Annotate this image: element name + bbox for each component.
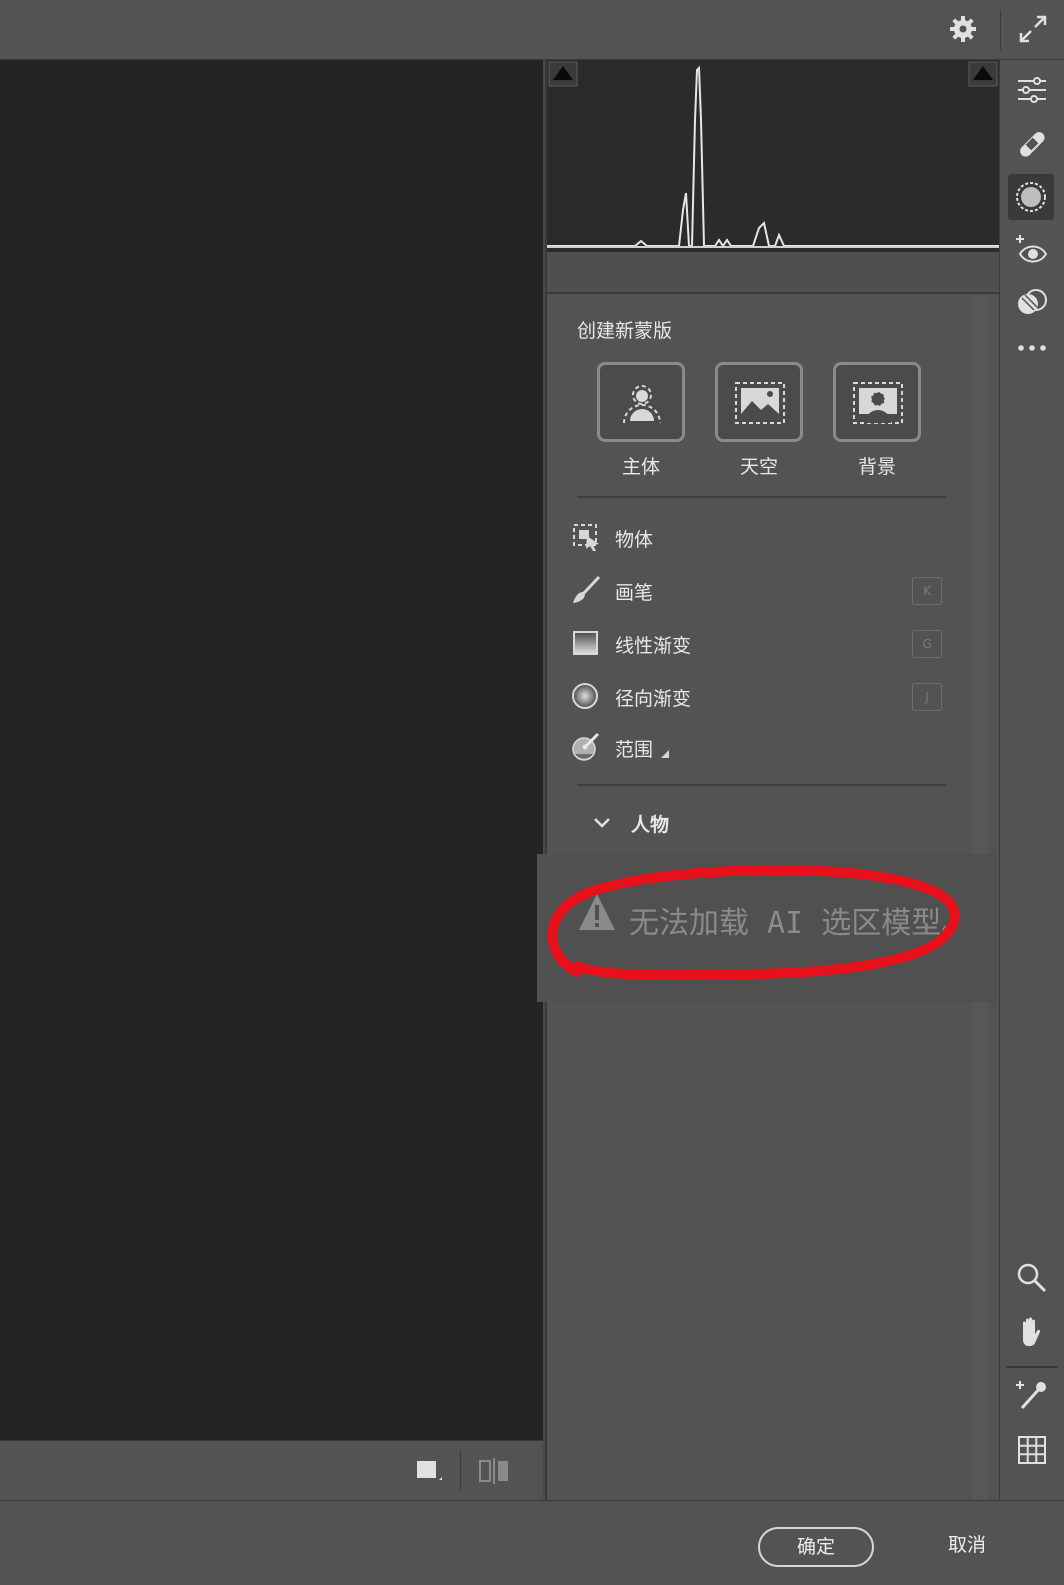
chevron-down-icon[interactable] — [593, 816, 611, 830]
brush-shortcut-key: K — [912, 577, 942, 605]
grid-icon[interactable] — [1014, 1432, 1050, 1468]
brush-icon — [573, 575, 601, 603]
red-eye-icon[interactable] — [1014, 232, 1050, 268]
zoom-icon[interactable] — [1014, 1260, 1050, 1296]
cancel-button[interactable]: 取消 — [922, 1527, 1012, 1567]
canvas-toolbar — [0, 1440, 543, 1500]
tool-range[interactable]: 范围 — [571, 728, 951, 768]
tool-brush-label: 画笔 — [615, 582, 654, 604]
linear-gradient-icon — [573, 631, 598, 655]
range-icon — [572, 732, 600, 761]
histogram-graph — [547, 61, 999, 248]
tool-object[interactable]: 物体 — [571, 518, 951, 558]
background-icon — [853, 382, 903, 424]
people-section-label: 人物 — [631, 814, 670, 836]
tool-radial-gradient[interactable]: 径向渐变 J — [571, 677, 951, 717]
create-mask-title: 创建新蒙版 — [577, 320, 673, 342]
sky-mask-button[interactable] — [715, 362, 803, 442]
linear-gradient-shortcut-key: G — [912, 630, 942, 658]
tool-linear-gradient-label: 线性渐变 — [615, 635, 692, 657]
before-after-icon[interactable] — [478, 1456, 510, 1486]
presets-icon[interactable] — [1014, 284, 1050, 320]
radial-gradient-icon — [572, 683, 598, 709]
object-select-icon — [573, 524, 599, 551]
radial-gradient-shortcut-key: J — [912, 683, 942, 711]
mask-options: 创建新蒙版 主体 天空 背景 物体 画笔 K 线性渐变 G 径向渐变 J 范围 … — [537, 296, 999, 1500]
sky-icon — [735, 382, 785, 424]
hand-icon[interactable] — [1014, 1314, 1050, 1350]
topbar-divider — [1000, 10, 1001, 50]
tool-linear-gradient[interactable]: 线性渐变 G — [571, 624, 951, 664]
edit-sliders-icon[interactable] — [1014, 72, 1050, 108]
top-bar — [0, 0, 1064, 60]
subject-icon — [623, 385, 661, 424]
color-sampler-icon[interactable] — [1014, 1378, 1050, 1414]
canvas-toolbar-divider — [460, 1451, 461, 1491]
background-mask-label: 背景 — [857, 456, 896, 478]
tool-object-label: 物体 — [615, 529, 654, 551]
histogram — [547, 60, 999, 252]
masking-tool-button[interactable] — [1008, 174, 1054, 220]
background-mask-button[interactable] — [833, 362, 921, 442]
range-submenu-indicator-icon — [661, 750, 669, 758]
healing-bandage-icon[interactable] — [1014, 126, 1050, 162]
masking-panel: 创建新蒙版 主体 天空 背景 物体 画笔 K 线性渐变 G 径向渐变 J 范围 … — [537, 60, 999, 1500]
more-options-icon[interactable] — [1014, 330, 1050, 366]
section-divider — [577, 496, 947, 498]
gear-icon[interactable] — [948, 14, 978, 44]
subject-mask-label: 主体 — [621, 456, 660, 478]
tool-brush[interactable]: 画笔 K — [571, 571, 951, 611]
tool-strip — [999, 60, 1064, 1500]
sky-mask-label: 天空 — [739, 456, 778, 478]
bottom-action-bar: 确定 取消 — [0, 1500, 1064, 1585]
tool-radial-gradient-label: 径向渐变 — [615, 688, 692, 710]
ai-model-warning: 无法加载 AI 选区模型。 — [537, 854, 997, 1002]
view-mode-icon[interactable] — [415, 1458, 443, 1484]
tool-strip-divider — [1006, 1366, 1058, 1368]
people-section-header[interactable]: 人物 — [571, 804, 951, 844]
section-divider-2 — [577, 784, 947, 786]
tool-range-label: 范围 — [615, 739, 654, 761]
subject-mask-button[interactable] — [597, 362, 685, 442]
image-canvas[interactable] — [0, 60, 543, 1440]
masking-icon — [1016, 182, 1046, 212]
ok-button[interactable]: 确定 — [758, 1527, 874, 1567]
red-circle-annotation — [547, 865, 960, 980]
expand-arrows-icon[interactable] — [1018, 14, 1048, 44]
histogram-info-strip — [547, 252, 999, 294]
